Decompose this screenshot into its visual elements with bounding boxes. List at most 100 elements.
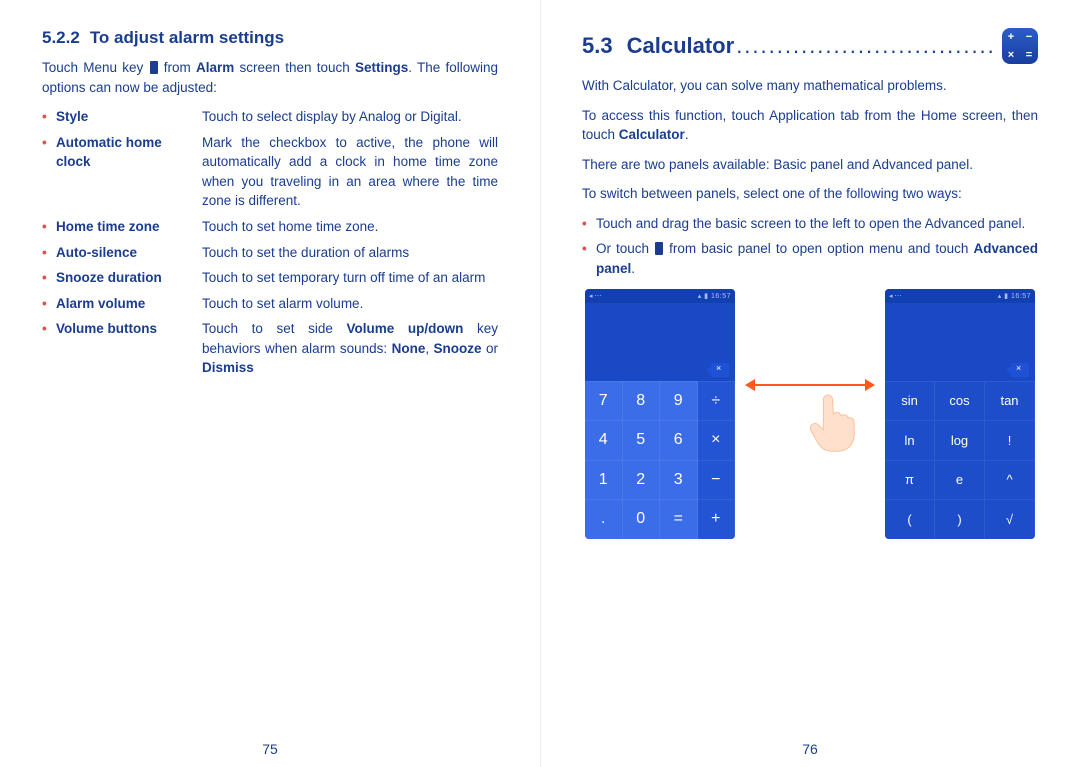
arrow-line <box>753 384 867 386</box>
calc-key-tan[interactable]: tan <box>985 381 1035 421</box>
status-right: ▴ ▮ 16:57 <box>998 292 1031 300</box>
calc-key-4[interactable]: 4 <box>585 420 623 460</box>
calc-key-log[interactable]: log <box>935 420 985 460</box>
bullet-icon: • <box>42 133 56 211</box>
bullet-menu: • Or touch from basic panel to open opti… <box>582 239 1038 278</box>
text-bold: Snooze <box>434 341 482 356</box>
right-page: 5. 3 Calculator .........................… <box>540 0 1080 767</box>
status-bar: ◂ ⋯ ▴ ▮ 16:57 <box>585 289 735 303</box>
status-bar: ◂ ⋯ ▴ ▮ 16:57 <box>885 289 1035 303</box>
bullet-icon: • <box>42 243 56 263</box>
calc-key-![interactable]: ! <box>985 420 1035 460</box>
calc-key-π[interactable]: π <box>885 460 935 500</box>
bullet-icon: • <box>42 294 56 314</box>
bullet-text: Touch and drag the basic screen to the l… <box>596 214 1038 234</box>
calc-key-([interactable]: ( <box>885 499 935 539</box>
calc-key-8[interactable]: 8 <box>623 381 661 421</box>
option-label: Snooze duration <box>56 268 202 288</box>
calc-key-7[interactable]: 7 <box>585 381 623 421</box>
status-right: ▴ ▮ 16:57 <box>698 292 731 300</box>
phone-mockups: ◂ ⋯ ▴ ▮ 16:57 789÷ 456× 123−.0=+ <box>582 289 1038 539</box>
hand-pointer-icon <box>805 393 855 453</box>
calc-key-e[interactable]: e <box>935 460 985 500</box>
calc-key-^[interactable]: ^ <box>985 460 1035 500</box>
bullet-icon: • <box>42 107 56 127</box>
intro-p2: To access this function, touch Applicati… <box>582 106 1038 145</box>
heading-num: 5.2.2 <box>42 28 80 47</box>
calc-key-−[interactable]: − <box>698 460 736 500</box>
option-alarm-volume: • Alarm volume Touch to set alarm volume… <box>42 294 498 314</box>
option-snooze-duration: • Snooze duration Touch to set temporary… <box>42 268 498 288</box>
intro-p3: There are two panels available: Basic pa… <box>582 155 1038 175</box>
status-time: 16:57 <box>1011 293 1031 300</box>
option-auto-home-clock: • Automatic home clock Mark the checkbox… <box>42 133 498 211</box>
text-bold: Alarm <box>196 60 234 75</box>
backspace-icon[interactable] <box>1011 363 1029 377</box>
calc-key-0[interactable]: 0 <box>623 499 661 539</box>
intro-p1: With Calculator, you can solve many math… <box>582 76 1038 96</box>
text: from basic panel to open option menu and… <box>664 241 973 256</box>
text: Or touch <box>596 241 654 256</box>
leader-dots: ........................................… <box>734 33 996 59</box>
calc-key-.[interactable]: . <box>585 499 623 539</box>
calc-key-6[interactable]: 6 <box>660 420 698 460</box>
bullet-text: Or touch from basic panel to open option… <box>596 239 1038 278</box>
text: . <box>631 261 635 276</box>
calc-key-+[interactable]: + <box>698 499 736 539</box>
bullet-icon: • <box>582 239 596 278</box>
calc-display <box>885 303 1035 381</box>
option-home-time-zone: • Home time zone Touch to set home time … <box>42 217 498 237</box>
menu-key-icon <box>655 242 663 255</box>
option-label: Volume buttons <box>56 319 202 378</box>
option-label: Alarm volume <box>56 294 202 314</box>
option-label: Auto-silence <box>56 243 202 263</box>
bullet-icon: • <box>42 217 56 237</box>
calc-key-sin[interactable]: sin <box>885 381 935 421</box>
left-page: 5.2.2 To adjust alarm settings Touch Menu… <box>0 0 540 767</box>
page-number-left: 75 <box>0 741 540 757</box>
calc-key-÷[interactable]: ÷ <box>698 381 736 421</box>
calc-key-=[interactable]: = <box>660 499 698 539</box>
calc-key-9[interactable]: 9 <box>660 381 698 421</box>
text: from <box>159 60 196 75</box>
options-list: • Style Touch to select display by Analo… <box>42 107 498 378</box>
calculator-app-icon: + − × = <box>1002 28 1038 64</box>
text: Touch Menu key <box>42 60 149 75</box>
option-label: Style <box>56 107 202 127</box>
heading-53: 5.3 Calculator .........................… <box>582 28 1038 64</box>
option-desc: Touch to select display by Analog or Dig… <box>202 107 498 127</box>
bullet-icon: • <box>582 214 596 234</box>
minus-icon: − <box>1026 32 1032 43</box>
calc-key-√[interactable]: √ <box>985 499 1035 539</box>
calc-key-)[interactable]: ) <box>935 499 985 539</box>
phone-advanced-panel: ◂ ⋯ ▴ ▮ 16:57 sincostan lnlog! πe^ ()√ <box>885 289 1035 539</box>
text-bold: Settings <box>355 60 408 75</box>
calc-key-5[interactable]: 5 <box>623 420 661 460</box>
option-style: • Style Touch to select display by Analo… <box>42 107 498 127</box>
calc-key-ln[interactable]: ln <box>885 420 935 460</box>
option-desc: Touch to set temporary turn off time of … <box>202 268 498 288</box>
calc-key-2[interactable]: 2 <box>623 460 661 500</box>
calc-key-×[interactable]: × <box>698 420 736 460</box>
calc-display <box>585 303 735 381</box>
text: or <box>482 341 498 356</box>
calc-key-3[interactable]: 3 <box>660 460 698 500</box>
calc-key-1[interactable]: 1 <box>585 460 623 500</box>
text: screen then touch <box>234 60 355 75</box>
calc-key-cos[interactable]: cos <box>935 381 985 421</box>
equals-icon: = <box>1026 50 1032 61</box>
backspace-icon[interactable] <box>711 363 729 377</box>
intro-paragraph: Touch Menu key from Alarm screen then to… <box>42 58 498 97</box>
swipe-gesture <box>745 375 875 453</box>
text-bold: Calculator <box>619 127 685 142</box>
option-auto-silence: • Auto-silence Touch to set the duration… <box>42 243 498 263</box>
text-bold: Dismiss <box>202 360 254 375</box>
text: . <box>685 127 689 142</box>
heading-title: To adjust alarm settings <box>90 28 284 47</box>
bullet-icon: • <box>42 268 56 288</box>
option-volume-buttons: • Volume buttons Touch to set side Volum… <box>42 319 498 378</box>
menu-key-icon <box>150 61 158 74</box>
option-desc: Touch to set the duration of alarms <box>202 243 498 263</box>
option-desc: Mark the checkbox to active, the phone w… <box>202 133 498 211</box>
page-number-right: 76 <box>540 741 1080 757</box>
